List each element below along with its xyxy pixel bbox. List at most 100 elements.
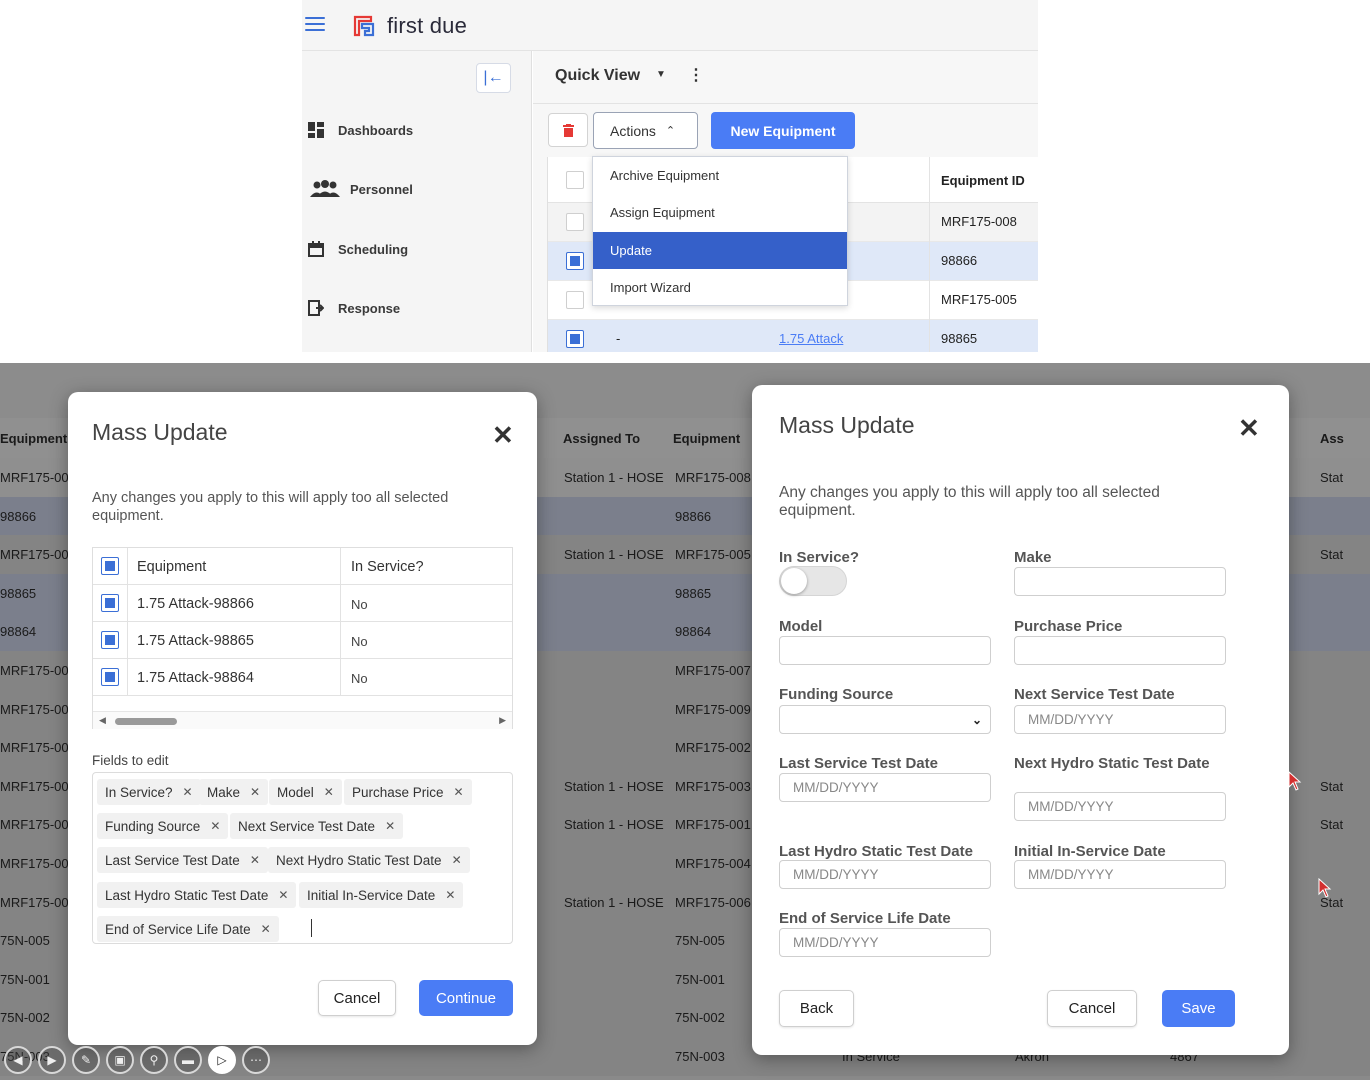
- table-row[interactable]: 1.75 Attack-98866 No: [93, 585, 512, 622]
- trash-icon: [563, 124, 574, 137]
- tag-label: Model: [277, 784, 314, 800]
- background-table-cell: MRF175-007: [0, 663, 76, 678]
- caret-down-icon[interactable]: ▼: [656, 69, 666, 80]
- background-table-cell: 98866: [675, 508, 712, 524]
- next-service-test-date-input[interactable]: MM/DD/YYYY: [1014, 705, 1226, 734]
- remove-tag-icon[interactable]: ✕: [278, 888, 288, 902]
- horizontal-scrollbar[interactable]: ◀ ▶: [93, 711, 512, 729]
- screen-icon[interactable]: ▬: [174, 1046, 202, 1074]
- quick-view-dropdown[interactable]: Quick View: [555, 67, 640, 85]
- remove-tag-icon[interactable]: ✕: [210, 819, 220, 833]
- sidebar-item-personnel[interactable]: Personnel: [308, 174, 413, 204]
- remove-tag-icon[interactable]: ✕: [385, 819, 395, 833]
- forward-arrow-icon[interactable]: ▶: [38, 1046, 66, 1074]
- model-input[interactable]: [779, 636, 991, 665]
- continue-button[interactable]: Continue: [419, 980, 513, 1016]
- app-window: first due |← Dashboards Personnel Schedu…: [302, 0, 1038, 352]
- purchase-price-label: Purchase Price: [1014, 618, 1123, 635]
- table-row[interactable]: 1.75 Attack-98864 No: [93, 659, 512, 696]
- make-input[interactable]: [1014, 567, 1226, 596]
- menu-item-archive-equipment[interactable]: Archive Equipment: [593, 157, 847, 194]
- column-header: Ass: [1320, 431, 1344, 446]
- hamburger-menu-icon[interactable]: [305, 17, 325, 33]
- row-checkbox[interactable]: [101, 668, 119, 686]
- remove-tag-icon[interactable]: ✕: [445, 888, 455, 902]
- purchase-price-input[interactable]: [1014, 636, 1226, 665]
- row-checkbox[interactable]: [566, 252, 584, 270]
- more-icon[interactable]: ⋯: [242, 1046, 270, 1074]
- remove-tag-icon[interactable]: ✕: [183, 785, 193, 799]
- table-row[interactable]: - 1.75 Attack 98865: [548, 320, 1038, 352]
- remove-tag-icon[interactable]: ✕: [250, 785, 260, 799]
- row-checkbox[interactable]: [101, 594, 119, 612]
- background-table-cell: 98866: [0, 508, 37, 524]
- remove-tag-icon[interactable]: ✕: [324, 785, 334, 799]
- remove-tag-icon[interactable]: ✕: [261, 922, 271, 936]
- select-all-checkbox[interactable]: [566, 171, 584, 189]
- fields-to-edit-multiselect[interactable]: In Service? ✕ Make ✕ Model ✕ Purchase Price…: [92, 772, 513, 944]
- calendar-icon: [308, 241, 338, 257]
- funding-source-select[interactable]: ⌄: [779, 705, 991, 734]
- initial-in-service-date-input[interactable]: MM/DD/YYYY: [1014, 860, 1226, 889]
- remove-tag-icon[interactable]: ✕: [250, 853, 260, 867]
- row-checkbox[interactable]: [566, 330, 584, 348]
- remove-tag-icon[interactable]: ✕: [452, 853, 462, 867]
- cancel-button[interactable]: Cancel: [318, 980, 396, 1016]
- background-table-cell: Station 1 - HOSE: [564, 817, 664, 833]
- scroll-right-icon[interactable]: ▶: [499, 715, 506, 726]
- menu-item-assign-equipment[interactable]: Assign Equipment: [593, 194, 847, 231]
- fields-to-edit-label: Fields to edit: [92, 753, 169, 768]
- background-table-cell: Station 1 - HOSE: [564, 470, 664, 485]
- back-button[interactable]: Back: [779, 990, 854, 1027]
- collapse-sidebar-button[interactable]: |←: [476, 63, 511, 93]
- sidebar-item-response[interactable]: Response: [308, 293, 400, 323]
- background-table-cell: 75N-002: [675, 1010, 725, 1026]
- menu-item-update[interactable]: Update: [593, 232, 847, 269]
- row-checkbox[interactable]: [566, 213, 584, 231]
- text-cursor: [311, 919, 312, 937]
- sidebar-item-label: Personnel: [350, 181, 413, 197]
- back-arrow-icon[interactable]: ◀: [4, 1046, 32, 1074]
- cancel-button[interactable]: Cancel: [1047, 990, 1137, 1027]
- equipment-id-cell: MRF175-005: [941, 292, 1017, 307]
- scroll-left-icon[interactable]: ◀: [99, 715, 106, 726]
- table-row[interactable]: 1.75 Attack-98865 No: [93, 622, 512, 659]
- remove-tag-icon[interactable]: ✕: [454, 785, 464, 799]
- zoom-icon[interactable]: ⚲: [140, 1046, 168, 1074]
- pen-icon[interactable]: ✎: [72, 1046, 100, 1074]
- last-service-test-date-input[interactable]: MM/DD/YYYY: [779, 773, 991, 802]
- background-table-cell: MRF175-008: [675, 470, 751, 485]
- end-of-service-life-date-input[interactable]: MM/DD/YYYY: [779, 928, 991, 957]
- delete-button[interactable]: [548, 113, 588, 147]
- scrollbar-thumb[interactable]: [115, 718, 177, 725]
- in-service-cell: No: [351, 634, 368, 649]
- equipment-id-cell: 98865: [941, 331, 978, 346]
- equipment-name-link[interactable]: 1.75 Attack: [779, 331, 843, 346]
- actions-button[interactable]: Actions ⌃: [593, 112, 698, 149]
- kebab-menu-icon[interactable]: ⋮: [688, 65, 704, 85]
- sidebar-item-scheduling[interactable]: Scheduling: [308, 234, 408, 264]
- row-checkbox[interactable]: [101, 631, 119, 649]
- save-button[interactable]: Save: [1162, 990, 1235, 1027]
- row-checkbox[interactable]: [566, 291, 584, 309]
- select-all-checkbox[interactable]: [101, 557, 119, 575]
- screen-recorder-toolbar: ◀ ▶ ✎ ▣ ⚲ ▬ ▷ ⋯: [0, 1043, 270, 1077]
- menu-item-import-wizard[interactable]: Import Wizard: [593, 269, 847, 306]
- background-table-cell: MRF175-006: [675, 894, 751, 910]
- last-hydro-static-test-date-label: Last Hydro Static Test Date: [779, 843, 973, 860]
- background-table-cell: 98864: [675, 624, 712, 640]
- close-icon[interactable]: ✕: [1238, 415, 1260, 441]
- video-camera-icon[interactable]: ▷: [208, 1046, 236, 1074]
- window-icon[interactable]: ▣: [106, 1046, 134, 1074]
- close-icon[interactable]: ✕: [492, 422, 514, 448]
- last-hydro-static-test-date-input[interactable]: MM/DD/YYYY: [779, 860, 991, 889]
- background-table-cell: MRF175-006: [0, 894, 76, 910]
- funding-source-label: Funding Source: [779, 686, 894, 703]
- new-equipment-button[interactable]: New Equipment: [711, 112, 855, 149]
- next-hydro-static-test-date-input[interactable]: MM/DD/YYYY: [1014, 792, 1226, 821]
- sidebar-item-dashboards[interactable]: Dashboards: [308, 115, 413, 145]
- background-table-cell: 75N-005: [0, 933, 50, 949]
- in-service-toggle[interactable]: [779, 566, 847, 596]
- initial-in-service-date-label: Initial In-Service Date: [1014, 843, 1166, 860]
- background-table-cell: MRF175-004: [0, 856, 76, 871]
